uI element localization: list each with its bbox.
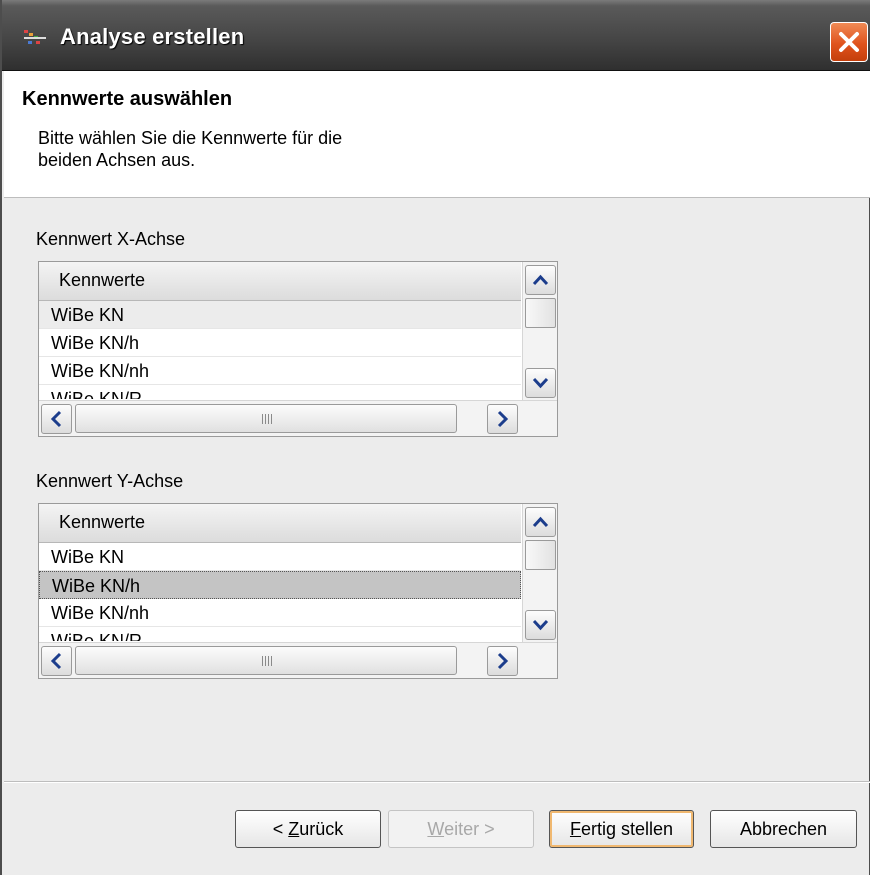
next-button-mnemonic: W: [427, 819, 445, 839]
y-axis-horizontal-scrollbar[interactable]: [39, 642, 557, 678]
y-axis-rows: WiBe KN WiBe KN/h WiBe KN/nh WiBe KN/R: [39, 543, 521, 641]
finish-button[interactable]: Fertig stellen: [549, 810, 694, 848]
app-icon: [24, 30, 46, 44]
horizontal-scroll-thumb[interactable]: [75, 404, 457, 433]
chevron-right-icon: [497, 410, 509, 428]
chevron-down-icon: [532, 619, 549, 631]
finish-button-rest: ertig stellen: [580, 819, 674, 839]
chevron-left-icon: [50, 652, 62, 670]
chevron-right-icon: [497, 652, 509, 670]
x-axis-listbox[interactable]: Kennwerte WiBe KN WiBe KN/h WiBe KN/nh W…: [38, 261, 558, 437]
chevron-left-icon: [50, 410, 62, 428]
list-item[interactable]: WiBe KN/nh: [39, 599, 521, 627]
column-header-label: Kennwerte: [59, 512, 146, 532]
scroll-right-button[interactable]: [487, 404, 518, 434]
scroll-right-button[interactable]: [487, 646, 518, 676]
chevron-down-icon: [532, 377, 549, 389]
x-axis-horizontal-scrollbar[interactable]: [39, 400, 557, 436]
title-bar[interactable]: Analyse erstellen: [2, 0, 870, 71]
cancel-button[interactable]: Abbrechen: [710, 810, 857, 848]
x-axis-column-header[interactable]: Kennwerte: [39, 262, 521, 301]
y-axis-column-header[interactable]: Kennwerte: [39, 504, 521, 543]
description-line-1: Bitte wählen Sie die Kennwerte für die: [38, 128, 343, 148]
window-title: Analyse erstellen: [60, 24, 245, 49]
y-axis-listbox[interactable]: Kennwerte WiBe KN WiBe KN/h WiBe KN/nh W…: [38, 503, 558, 679]
wizard-window: Analyse erstellen Kennwerte auswählen Bi…: [0, 0, 870, 875]
list-item[interactable]: WiBe KN/nh: [39, 357, 521, 385]
finish-button-mnemonic: F: [569, 819, 581, 839]
list-item[interactable]: WiBe KN/R: [39, 385, 521, 399]
grip-icon: [262, 656, 272, 666]
list-item-selected[interactable]: WiBe KN/h: [39, 571, 521, 599]
scroll-up-button[interactable]: [525, 507, 556, 537]
list-item[interactable]: WiBe KN: [39, 543, 521, 571]
chevron-up-icon: [532, 274, 549, 286]
grip-icon: [262, 414, 272, 424]
description-line-2: beiden Achsen aus.: [38, 150, 196, 170]
next-button[interactable]: Weiter >: [388, 810, 534, 848]
page-title: Kennwerte auswählen: [22, 88, 233, 110]
column-header-label: Kennwerte: [59, 270, 146, 290]
chevron-up-icon: [532, 516, 549, 528]
scroll-down-button[interactable]: [525, 610, 556, 640]
x-axis-rows: WiBe KN WiBe KN/h WiBe KN/nh WiBe KN/R: [39, 301, 521, 399]
x-axis-vertical-scrollbar[interactable]: [522, 262, 557, 400]
close-icon: [839, 32, 859, 52]
back-button-rest: urück: [299, 819, 344, 839]
y-axis-vertical-scrollbar[interactable]: [522, 504, 557, 642]
next-button-rest: eiter >: [444, 819, 495, 839]
wizard-header: Kennwerte auswählen Bitte wählen Sie die…: [4, 71, 870, 198]
scroll-thumb[interactable]: [525, 540, 556, 570]
page-description: Bitte wählen Sie die Kennwerte für die b…: [38, 127, 438, 171]
y-axis-label: Kennwert Y-Achse: [36, 471, 184, 491]
list-item[interactable]: WiBe KN/R: [39, 627, 521, 641]
back-button-prefix: <: [272, 819, 289, 839]
footer-divider: [4, 781, 870, 783]
list-item[interactable]: WiBe KN: [39, 301, 521, 329]
back-button[interactable]: < Zurück: [235, 810, 381, 848]
scroll-down-button[interactable]: [525, 368, 556, 398]
x-axis-label: Kennwert X-Achse: [36, 229, 186, 249]
close-button[interactable]: [830, 22, 868, 62]
back-button-mnemonic: Z: [288, 819, 300, 839]
scroll-left-button[interactable]: [41, 404, 72, 434]
list-item[interactable]: WiBe KN/h: [39, 329, 521, 357]
scroll-thumb[interactable]: [525, 298, 556, 328]
horizontal-scroll-thumb[interactable]: [75, 646, 457, 675]
scroll-up-button[interactable]: [525, 265, 556, 295]
scroll-left-button[interactable]: [41, 646, 72, 676]
